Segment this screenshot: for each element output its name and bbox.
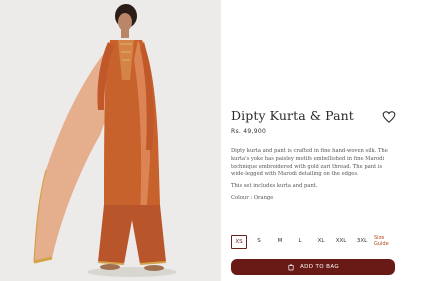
add-to-bag-button[interactable]: ADD TO BAG	[231, 259, 395, 275]
heart-icon[interactable]	[382, 109, 396, 123]
product-title: Dipty Kurta & Pant	[231, 108, 354, 123]
wishlist-heart-svg	[382, 111, 396, 123]
size-selector: XS S M L XL XXL 3XL Size Guide	[231, 233, 396, 249]
size-option-xs[interactable]: XS	[231, 235, 247, 249]
size-option-xxl[interactable]: XXL	[333, 235, 349, 247]
size-guide-link[interactable]: Size Guide	[374, 235, 392, 247]
shopping-bag-icon	[287, 263, 295, 271]
size-option-m[interactable]: M	[273, 235, 287, 247]
add-to-bag-label: ADD TO BAG	[299, 264, 340, 270]
size-option-3xl[interactable]: 3XL	[354, 235, 370, 247]
size-option-xl[interactable]: XL	[314, 235, 328, 247]
size-option-s[interactable]: S	[252, 235, 266, 247]
colour-label: Colour : Orange	[231, 195, 274, 201]
size-option-l[interactable]: L	[293, 235, 307, 247]
product-image[interactable]	[0, 0, 221, 281]
product-description: Dipty kurta and pant is crafted in fine …	[231, 148, 388, 178]
product-info-panel: Dipty Kurta & Pant Rs. 49,900 Dipty kurt…	[231, 0, 433, 281]
size-guide-line-2: Guide	[374, 241, 389, 247]
set-note: This set includes kurta and pant.	[231, 183, 318, 189]
model-illustration	[0, 0, 221, 281]
product-price: Rs. 49,900	[231, 128, 267, 135]
